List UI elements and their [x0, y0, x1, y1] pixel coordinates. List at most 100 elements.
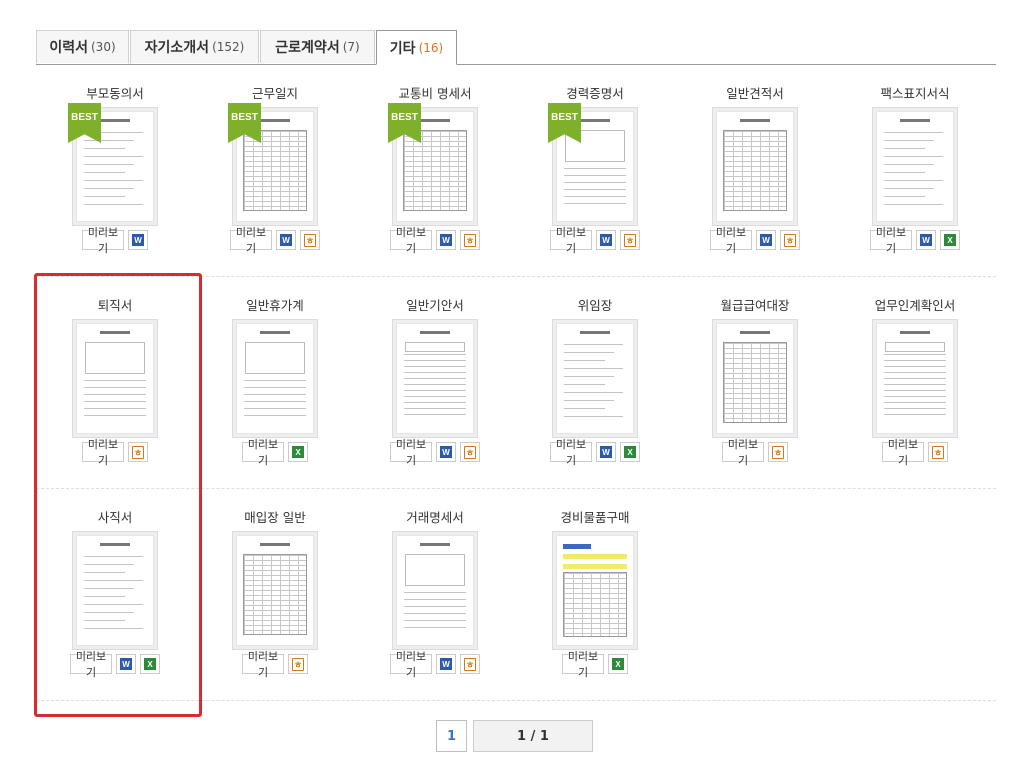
template-title[interactable]: 일반휴가계: [200, 297, 350, 315]
word-icon: W: [920, 234, 932, 246]
preview-button[interactable]: 미리보기: [710, 226, 752, 255]
preview-button[interactable]: 미리보기: [562, 650, 604, 679]
excel-icon: X: [624, 446, 636, 458]
template-actions: 미리보기 W ㅎ: [680, 226, 830, 255]
document-preview-image: [716, 323, 794, 434]
download-hwp-button[interactable]: ㅎ: [300, 230, 320, 250]
download-word-button[interactable]: W: [436, 230, 456, 250]
download-excel-button[interactable]: X: [620, 442, 640, 462]
download-word-button[interactable]: W: [128, 230, 148, 250]
word-icon: W: [760, 234, 772, 246]
tab-resume[interactable]: 이력서 (30): [36, 30, 129, 63]
download-hwp-button[interactable]: ㅎ: [460, 230, 480, 250]
tab-bar: 이력서 (30) 자기소개서 (152) 근로계약서 (7) 기타 (16): [36, 30, 996, 65]
template-card: 근무일지 BEST 미리보기 W ㅎ: [200, 85, 350, 255]
preview-button[interactable]: 미리보기: [550, 438, 592, 467]
document-preview-image: [876, 323, 954, 434]
download-excel-button[interactable]: X: [608, 654, 628, 674]
template-thumbnail[interactable]: [872, 107, 958, 226]
document-preview-image: [556, 323, 634, 434]
word-icon: W: [600, 446, 612, 458]
template-card: 경력증명서 BEST 미리보기 W ㅎ: [520, 85, 670, 255]
template-thumbnail[interactable]: BEST: [228, 103, 318, 226]
preview-button[interactable]: 미리보기: [390, 226, 432, 255]
hwp-icon: ㅎ: [464, 445, 476, 459]
template-actions: 미리보기 ㅎ: [680, 438, 830, 467]
preview-button[interactable]: 미리보기: [82, 226, 124, 255]
tab-other[interactable]: 기타 (16): [376, 30, 457, 65]
download-hwp-button[interactable]: ㅎ: [460, 442, 480, 462]
download-word-button[interactable]: W: [596, 442, 616, 462]
template-thumbnail[interactable]: [712, 319, 798, 438]
template-title[interactable]: 월급급여대장: [680, 297, 830, 315]
preview-button[interactable]: 미리보기: [390, 438, 432, 467]
template-thumbnail[interactable]: [872, 319, 958, 438]
template-title[interactable]: 업무인계확인서: [840, 297, 990, 315]
template-thumbnail[interactable]: [392, 531, 478, 650]
template-title[interactable]: 거래명세서: [360, 509, 510, 527]
download-excel-button[interactable]: X: [288, 442, 308, 462]
template-title[interactable]: 경비물품구매: [520, 509, 670, 527]
preview-button[interactable]: 미리보기: [722, 438, 764, 467]
template-thumbnail[interactable]: BEST: [68, 103, 158, 226]
excel-icon: X: [612, 658, 624, 670]
tab-cover-letter[interactable]: 자기소개서 (152): [130, 30, 259, 63]
document-preview-image: [396, 323, 474, 434]
preview-button[interactable]: 미리보기: [230, 226, 272, 255]
document-preview-image: [876, 111, 954, 222]
document-preview-image: [236, 323, 314, 434]
download-word-button[interactable]: W: [916, 230, 936, 250]
template-title[interactable]: 일반기안서: [360, 297, 510, 315]
download-hwp-button[interactable]: ㅎ: [928, 442, 948, 462]
download-word-button[interactable]: W: [756, 230, 776, 250]
template-thumbnail[interactable]: [712, 107, 798, 226]
template-actions: 미리보기 W X: [520, 438, 670, 467]
word-icon: W: [132, 234, 144, 246]
download-word-button[interactable]: W: [596, 230, 616, 250]
download-hwp-button[interactable]: ㅎ: [780, 230, 800, 250]
template-title[interactable]: 부모동의서: [40, 85, 190, 103]
template-card: 일반견적서미리보기 W ㅎ: [680, 85, 830, 255]
preview-button[interactable]: 미리보기: [550, 226, 592, 255]
template-thumbnail[interactable]: [552, 531, 638, 650]
preview-button[interactable]: 미리보기: [242, 438, 284, 467]
template-thumbnail[interactable]: BEST: [548, 103, 638, 226]
preview-button[interactable]: 미리보기: [242, 650, 284, 679]
page-summary: 1 / 1: [473, 720, 593, 752]
download-hwp-button[interactable]: ㅎ: [288, 654, 308, 674]
download-word-button[interactable]: W: [276, 230, 296, 250]
template-title[interactable]: 교통비 명세서: [360, 85, 510, 103]
template-thumbnail[interactable]: [392, 319, 478, 438]
preview-button[interactable]: 미리보기: [882, 438, 924, 467]
page-button-current[interactable]: 1: [436, 720, 467, 752]
template-title[interactable]: 근무일지: [200, 85, 350, 103]
template-title[interactable]: 경력증명서: [520, 85, 670, 103]
template-thumbnail[interactable]: [552, 319, 638, 438]
template-title[interactable]: 일반견적서: [680, 85, 830, 103]
download-hwp-button[interactable]: ㅎ: [768, 442, 788, 462]
template-title[interactable]: 팩스표지서식: [840, 85, 990, 103]
template-thumbnail[interactable]: BEST: [388, 103, 478, 226]
template-card: 거래명세서미리보기 W ㅎ: [360, 509, 510, 679]
tab-label: 기타: [389, 40, 416, 57]
download-hwp-button[interactable]: ㅎ: [460, 654, 480, 674]
download-hwp-button[interactable]: ㅎ: [620, 230, 640, 250]
template-thumbnail[interactable]: [232, 531, 318, 650]
preview-button[interactable]: 미리보기: [390, 650, 432, 679]
template-title[interactable]: 위임장: [520, 297, 670, 315]
preview-button[interactable]: 미리보기: [870, 226, 912, 255]
template-actions: 미리보기 W ㅎ: [200, 226, 350, 255]
tab-labor-contract[interactable]: 근로계약서 (7): [260, 30, 375, 63]
download-excel-button[interactable]: X: [940, 230, 960, 250]
hwp-icon: ㅎ: [464, 233, 476, 247]
download-word-button[interactable]: W: [436, 654, 456, 674]
template-card: 매입장 일반미리보기 ㅎ: [200, 509, 350, 679]
download-word-button[interactable]: W: [436, 442, 456, 462]
template-actions: 미리보기 ㅎ: [200, 650, 350, 679]
tab-underline: [36, 64, 996, 65]
template-card: 위임장미리보기 W X: [520, 297, 670, 467]
pagination: 1 1 / 1: [436, 720, 593, 752]
template-title[interactable]: 매입장 일반: [200, 509, 350, 527]
template-thumbnail[interactable]: [232, 319, 318, 438]
template-card: 교통비 명세서 BEST 미리보기 W ㅎ: [360, 85, 510, 255]
